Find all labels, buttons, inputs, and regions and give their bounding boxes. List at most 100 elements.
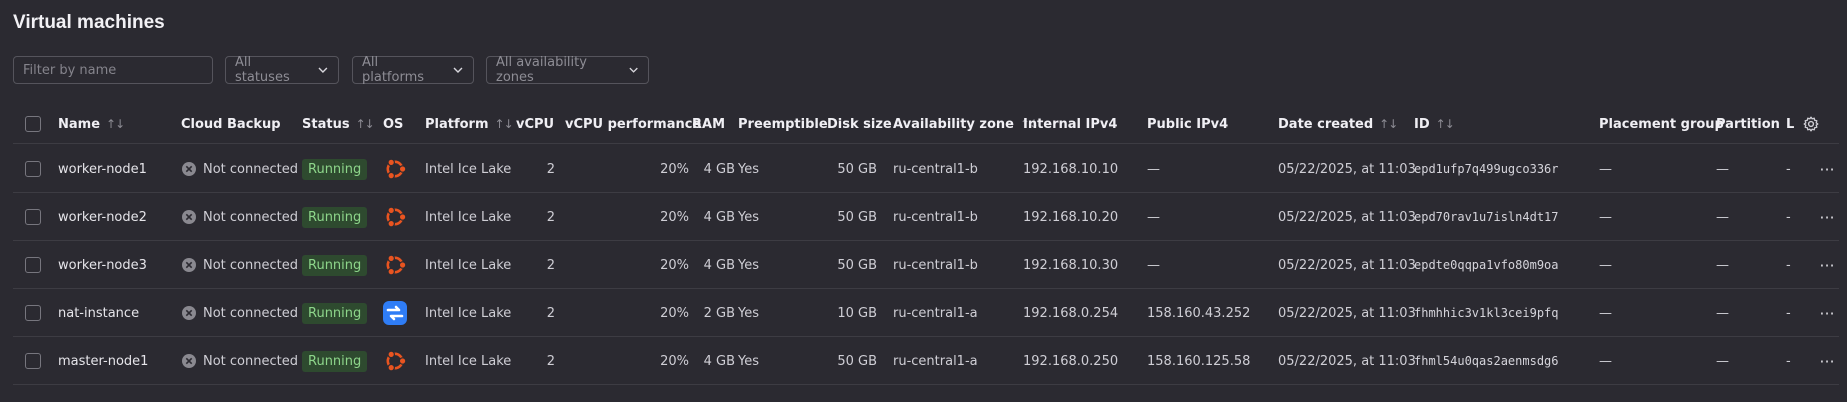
sort-icon[interactable]: ↑↓ xyxy=(1379,117,1398,131)
zone-filter-select[interactable]: All availability zones xyxy=(486,55,649,85)
column-header-date-created[interactable]: Date created ↑↓ xyxy=(1278,108,1398,140)
table-row[interactable]: worker-node1 Not connected Running Intel… xyxy=(13,145,1839,193)
internal-ipv4-cell: 192.168.0.250 xyxy=(1023,353,1119,369)
availability-zone-cell: ru-central1-b xyxy=(893,209,978,225)
platform-cell: Intel Ice Lake xyxy=(425,305,512,321)
platform-cell: Intel Ice Lake xyxy=(425,209,512,225)
os-cell xyxy=(382,289,408,337)
column-header-public-ipv4: Public IPv4 xyxy=(1147,116,1229,132)
status-cell: Running xyxy=(302,193,368,241)
chevron-down-icon xyxy=(629,67,638,73)
sort-icon[interactable]: ↑↓ xyxy=(1436,117,1455,131)
header-divider xyxy=(13,143,1839,144)
ubuntu-icon xyxy=(386,350,407,372)
column-header-internal-ipv4: Internal IPv4 xyxy=(1023,116,1118,132)
ram-cell: 2 GB xyxy=(703,305,735,321)
row-checkbox[interactable] xyxy=(25,353,41,369)
vm-name[interactable]: worker-node1 xyxy=(58,145,147,193)
date-created-cell: 05/22/2025, at 11:03 xyxy=(1278,353,1416,369)
partition-cell: — xyxy=(1716,257,1729,273)
ubuntu-icon xyxy=(386,206,407,228)
column-header-status[interactable]: Status ↑↓ xyxy=(302,108,375,140)
public-ipv4-cell: — xyxy=(1147,161,1160,177)
platform-filter-select[interactable]: All platforms xyxy=(352,55,474,85)
column-header-id[interactable]: ID ↑↓ xyxy=(1414,108,1455,140)
row-checkbox[interactable] xyxy=(25,257,41,273)
platform-cell: Intel Ice Lake xyxy=(425,353,512,369)
partition-cell: — xyxy=(1716,209,1729,225)
ram-cell: 4 GB xyxy=(703,257,735,273)
vm-id-cell: fhmhhic3v1kl3cei9pfq xyxy=(1414,306,1559,320)
vm-name[interactable]: worker-node3 xyxy=(58,241,147,289)
select-all-checkbox[interactable] xyxy=(25,116,41,132)
platform-cell: Intel Ice Lake xyxy=(425,161,512,177)
preemptible-cell: Yes xyxy=(738,209,759,225)
column-header-vcpu: vCPU xyxy=(516,116,555,132)
cloud-backup-cell: Not connected xyxy=(181,193,298,241)
column-header-partition: Partition xyxy=(1716,116,1780,132)
backup-status-text: Not connected xyxy=(203,257,298,273)
sort-icon[interactable]: ↑↓ xyxy=(495,117,514,131)
column-header-name[interactable]: Name ↑↓ xyxy=(58,108,125,140)
status-badge: Running xyxy=(302,350,368,372)
internal-ipv4-cell: 192.168.10.30 xyxy=(1023,257,1119,273)
vcpu-cell: 2 xyxy=(546,161,555,177)
vcpu-cell: 2 xyxy=(546,257,555,273)
table-row[interactable]: nat-instance Not connected Running Intel… xyxy=(13,289,1839,337)
row-checkbox[interactable] xyxy=(25,209,41,225)
vm-name[interactable]: nat-instance xyxy=(58,289,139,337)
column-header-ram: RAM xyxy=(692,116,726,132)
availability-zone-cell: ru-central1-b xyxy=(893,257,978,273)
truncated-column-cell: - xyxy=(1786,161,1791,177)
page-title: Virtual machines xyxy=(13,12,165,33)
table-row[interactable]: worker-node2 Not connected Running Intel… xyxy=(13,193,1839,241)
backup-status-text: Not connected xyxy=(203,209,298,225)
name-filter-input[interactable] xyxy=(13,56,213,84)
column-header-truncated: L xyxy=(1786,116,1795,132)
public-ipv4-cell: — xyxy=(1147,257,1160,273)
column-header-placement-group: Placement group xyxy=(1599,116,1724,132)
column-header-preemptible: Preemptible xyxy=(738,116,828,132)
placement-group-cell: — xyxy=(1599,305,1612,321)
public-ipv4-cell: 158.160.125.58 xyxy=(1147,353,1251,369)
placement-group-cell: — xyxy=(1599,257,1612,273)
status-cell: Running xyxy=(302,337,368,385)
table-row[interactable]: worker-node3 Not connected Running Intel… xyxy=(13,241,1839,289)
row-checkbox[interactable] xyxy=(25,161,41,177)
preemptible-cell: Yes xyxy=(738,161,759,177)
table-row[interactable]: master-node1 Not connected Running Intel… xyxy=(13,337,1839,385)
backup-status-text: Not connected xyxy=(203,305,298,321)
column-header-availability-zone[interactable]: Availability zone ↑↓ xyxy=(893,108,1039,140)
date-created-cell: 05/22/2025, at 11:03 xyxy=(1278,257,1416,273)
row-checkbox[interactable] xyxy=(25,305,41,321)
more-actions-button[interactable]: ··· xyxy=(1815,241,1839,289)
disk-size-cell: 50 GB xyxy=(837,209,877,225)
platform-cell: Intel Ice Lake xyxy=(425,257,512,273)
placement-group-cell: — xyxy=(1599,161,1612,177)
vm-name[interactable]: master-node1 xyxy=(58,337,148,385)
column-header-disk-size: Disk size xyxy=(827,116,892,132)
gear-icon[interactable] xyxy=(1803,116,1819,132)
cloud-backup-cell: Not connected xyxy=(181,145,298,193)
sort-icon[interactable]: ↑↓ xyxy=(356,117,375,131)
availability-zone-cell: ru-central1-a xyxy=(893,305,978,321)
internal-ipv4-cell: 192.168.10.10 xyxy=(1023,161,1119,177)
partition-cell: — xyxy=(1716,161,1729,177)
sort-icon[interactable]: ↑↓ xyxy=(106,117,125,131)
more-actions-button[interactable]: ··· xyxy=(1815,193,1839,241)
vm-name[interactable]: worker-node2 xyxy=(58,193,147,241)
os-cell xyxy=(382,193,408,241)
more-actions-button[interactable]: ··· xyxy=(1815,289,1839,337)
status-filter-select[interactable]: All statuses xyxy=(225,55,339,85)
partition-cell: — xyxy=(1716,353,1729,369)
status-cell: Running xyxy=(302,145,368,193)
more-actions-button[interactable]: ··· xyxy=(1815,145,1839,193)
column-header-platform[interactable]: Platform ↑↓ xyxy=(425,108,514,140)
truncated-column-cell: - xyxy=(1786,257,1791,273)
placement-group-cell: — xyxy=(1599,209,1612,225)
more-actions-button[interactable]: ··· xyxy=(1815,337,1839,385)
vcpu-cell: 2 xyxy=(546,305,555,321)
disk-size-cell: 50 GB xyxy=(837,161,877,177)
public-ipv4-cell: 158.160.43.252 xyxy=(1147,305,1251,321)
ram-cell: 4 GB xyxy=(703,161,735,177)
